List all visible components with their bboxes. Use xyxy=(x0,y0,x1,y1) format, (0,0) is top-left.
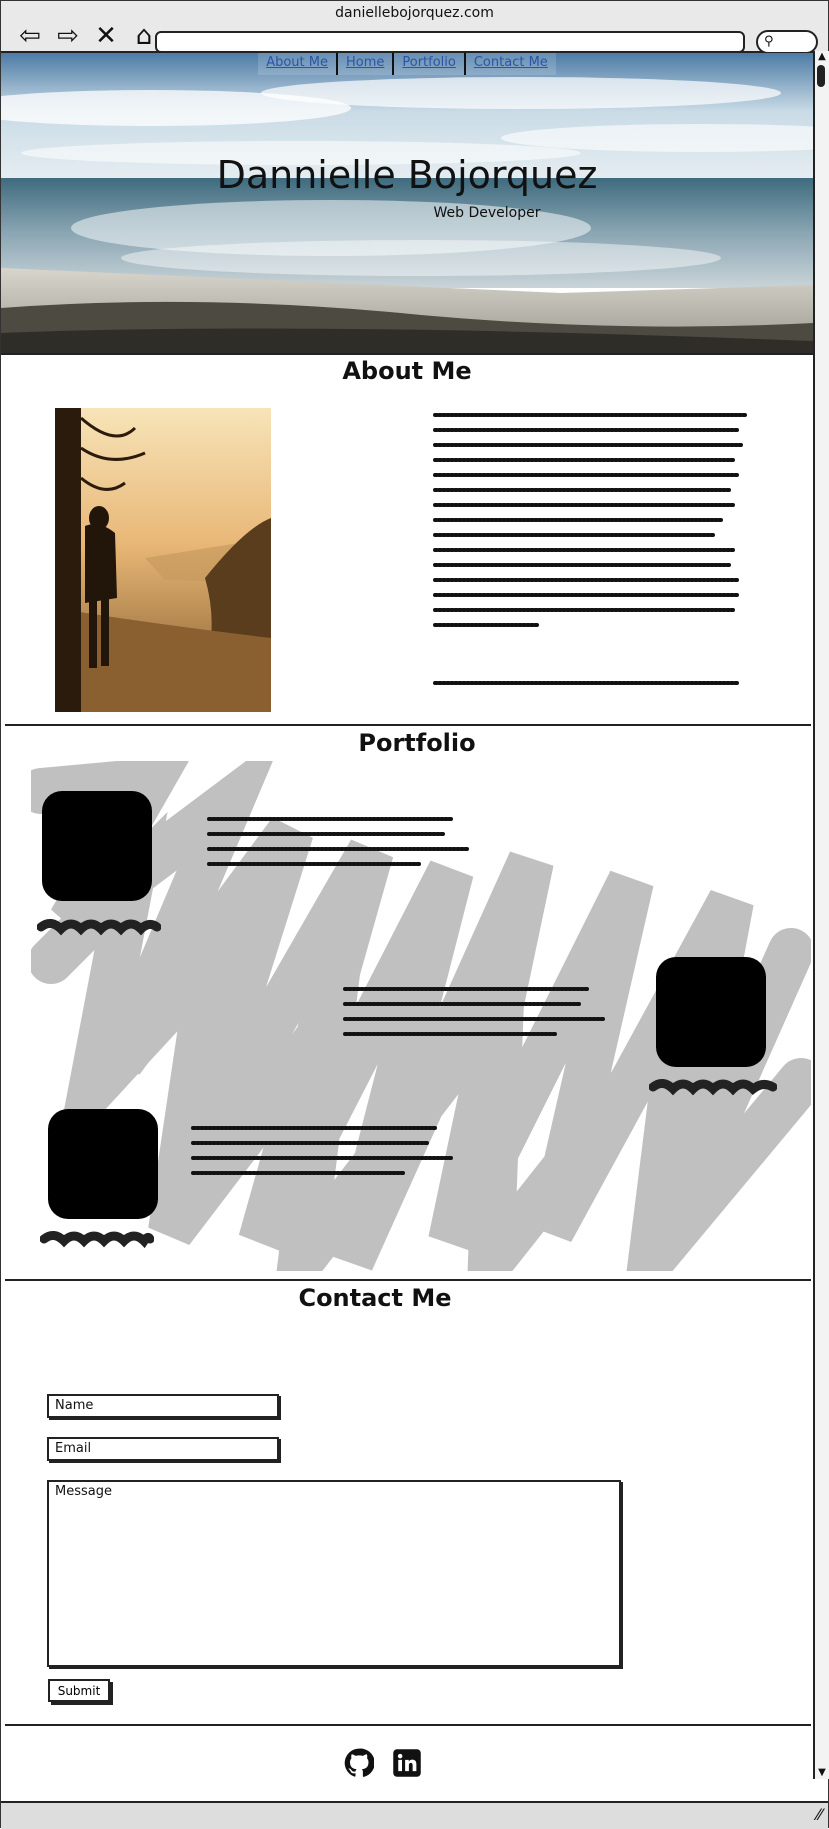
hero-banner: About Me Home Portfolio Contact Me Danni… xyxy=(1,53,813,355)
email-field[interactable]: Email xyxy=(47,1437,279,1461)
portfolio-thumbnail-1[interactable] xyxy=(42,791,152,901)
submit-button[interactable]: Submit xyxy=(48,1679,110,1702)
scrollbar-thumb[interactable] xyxy=(817,65,825,87)
nav-link-home[interactable]: Home xyxy=(337,53,395,75)
nav-link-about[interactable]: About Me xyxy=(258,53,338,75)
github-icon[interactable] xyxy=(344,1748,374,1778)
top-navigation: About Me Home Portfolio Contact Me xyxy=(1,53,813,75)
portfolio-heading: Portfolio xyxy=(358,729,476,757)
portfolio-description-2 xyxy=(343,987,607,1036)
portfolio-title-1[interactable] xyxy=(37,917,161,937)
scroll-up-icon[interactable]: ▲ xyxy=(816,51,828,63)
resize-grip-icon[interactable]: ⁄⁄ xyxy=(817,1805,822,1824)
page-url: daniellebojorquez.com xyxy=(335,5,494,21)
nav-link-portfolio[interactable]: Portfolio xyxy=(394,53,466,75)
browser-search-field[interactable]: ⚲ xyxy=(756,30,818,54)
close-icon[interactable]: ✕ xyxy=(91,23,121,49)
about-heading: About Me xyxy=(342,357,472,385)
browser-window: daniellebojorquez.com ⇦ ⇨ ✕ ⌂ ⚲ About Me… xyxy=(0,0,829,1829)
status-bar: ⁄⁄ xyxy=(1,1801,828,1829)
portfolio-thumbnail-2[interactable] xyxy=(656,957,766,1067)
forward-arrow-icon[interactable]: ⇨ xyxy=(53,23,83,49)
linkedin-icon[interactable] xyxy=(392,1748,422,1778)
section-divider xyxy=(5,1279,811,1281)
message-field[interactable]: Message xyxy=(47,1480,621,1667)
section-divider xyxy=(5,1724,811,1726)
beach-background-image xyxy=(1,53,813,353)
search-icon: ⚲ xyxy=(764,34,774,49)
nav-link-contact[interactable]: Contact Me xyxy=(465,53,556,75)
portfolio-description-1 xyxy=(207,817,471,866)
portfolio-title-2[interactable] xyxy=(649,1077,777,1097)
hero-subtitle: Web Developer xyxy=(433,205,541,221)
back-arrow-icon[interactable]: ⇦ xyxy=(15,23,45,49)
person-photo xyxy=(55,408,271,712)
vertical-scrollbar[interactable]: ▲ ▼ xyxy=(813,51,829,1779)
address-bar[interactable] xyxy=(155,31,745,53)
section-divider xyxy=(5,724,811,726)
scroll-down-icon[interactable]: ▼ xyxy=(816,1767,828,1779)
portfolio-title-3[interactable] xyxy=(40,1229,154,1249)
contact-heading: Contact Me xyxy=(298,1284,452,1312)
name-field[interactable]: Name xyxy=(47,1394,279,1418)
browser-toolbar: daniellebojorquez.com ⇦ ⇨ ✕ ⌂ ⚲ xyxy=(1,1,828,54)
about-bio-text xyxy=(433,413,747,685)
portfolio-description-3 xyxy=(191,1126,455,1175)
browser-nav-buttons: ⇦ ⇨ ✕ ⌂ xyxy=(15,23,159,49)
portfolio-thumbnail-3[interactable] xyxy=(48,1109,158,1219)
hero-title: Dannielle Bojorquez xyxy=(216,153,598,197)
